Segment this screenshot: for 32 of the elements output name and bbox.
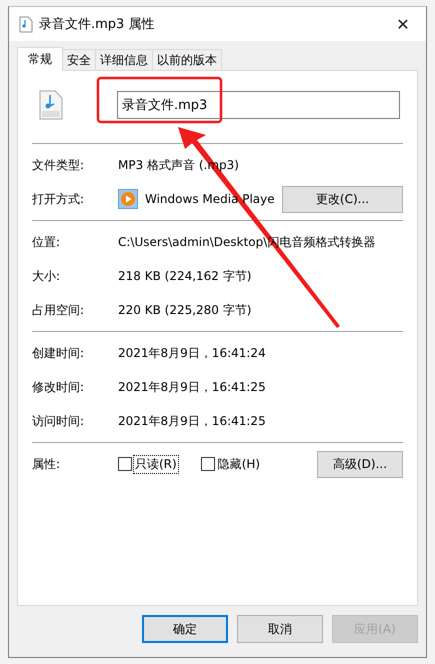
field-label: 打开方式: xyxy=(32,190,86,208)
checkbox-label[interactable]: 隐藏(H) xyxy=(216,454,262,474)
checkbox[interactable] xyxy=(200,457,215,471)
media-player-icon xyxy=(118,189,138,209)
field-value: 2021年8月9日，16:41:24 xyxy=(118,344,266,362)
checkbox[interactable] xyxy=(118,457,132,471)
field-label: 属性: xyxy=(32,456,62,472)
advanced-button[interactable]: 高级(D)... xyxy=(317,450,403,478)
field-value: Windows Media Playe xyxy=(145,192,275,206)
music-file-icon xyxy=(19,16,33,32)
field-value: 2021年8月9日，16:41:25 xyxy=(118,412,266,430)
change-button[interactable]: 更改(C)... xyxy=(282,186,403,212)
field-label: 访问时间: xyxy=(32,412,86,430)
field-label: 占用空间: xyxy=(32,302,86,318)
music-file-icon xyxy=(39,90,63,120)
field-value: 2021年8月9日，16:41:25 xyxy=(118,378,266,396)
field-label: 大小: xyxy=(32,268,62,284)
field-value: 220 KB (225,280 字节) xyxy=(118,302,252,318)
field-label: 文件类型: xyxy=(32,156,86,174)
field-value: 218 KB (224,162 字节) xyxy=(118,268,252,284)
checkbox-label[interactable]: 只读(R) xyxy=(133,454,179,474)
dialog-button[interactable]: 取消 xyxy=(237,615,323,643)
field-label: 创建时间: xyxy=(32,344,86,362)
file-name-field[interactable]: 录音文件.mp3 xyxy=(117,91,400,119)
field-value: C:\Users\admin\Desktop\闪电音频格式转换器 xyxy=(118,234,376,250)
field-label: 修改时间: xyxy=(32,378,86,396)
dialog-button[interactable]: 确定 xyxy=(142,615,228,643)
tab[interactable]: 以前的版本 xyxy=(152,49,222,70)
field-label: 位置: xyxy=(32,234,62,250)
close-button[interactable]: ✕ xyxy=(380,7,426,41)
tab[interactable]: 常规 xyxy=(17,47,63,71)
window-title: 录音文件.mp3 属性 xyxy=(39,16,156,33)
